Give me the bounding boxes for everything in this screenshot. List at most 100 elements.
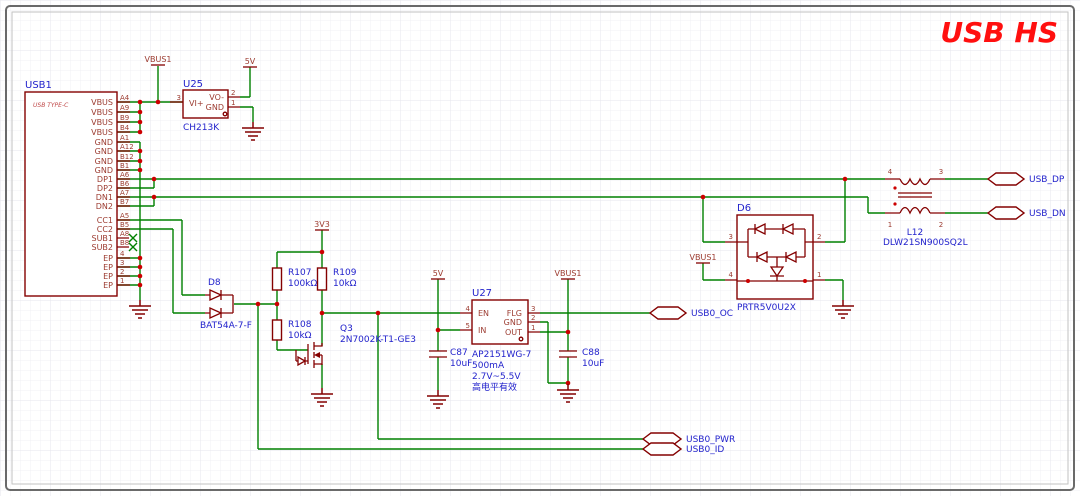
u25-num3: 3 [177,94,181,102]
l12-num2: 2 [939,221,943,229]
usb1-pin-name: VBUS [91,118,113,127]
usb1-pin-num: B12 [120,153,134,161]
r109-body [316,267,328,291]
u27-note: 高电平有效 [472,381,517,393]
l12-num3: 3 [939,168,943,176]
3v3-flag-label: 3V3 [314,220,330,229]
u27-pin-in: IN [478,326,486,335]
flag-5v-u27[interactable]: 5V [431,269,445,280]
sheet-title: USB HS [940,16,1058,49]
r109-ref: R109 [333,268,357,278]
l12-ref: L12 [907,228,923,238]
usb-dp-port-shape [986,172,1026,186]
schematic-canvas[interactable]: USB HS USB1 USB TYPE-C VBUS A4 VBUS A9 VBU… [0,0,1080,496]
l12-polarity-dot [893,186,897,190]
flag-5v-u25[interactable]: 5V [243,57,257,68]
usb-dn-port-label: USB_DN [1029,209,1066,219]
usb-dp-port-label: USB_DP [1029,175,1065,185]
usb1-pin-name: EP [103,281,113,290]
schematic-sheet[interactable]: USB HS USB1 USB TYPE-C VBUS A4 VBUS A9 VBU… [0,0,1080,496]
usb1-pin-name: SUB2 [91,243,113,252]
d6-part: PRTR5V0U2X [737,303,796,313]
u25-pin-vi: VI+ [189,99,204,108]
r108-value: 10kΩ [288,331,312,341]
flag-vbus1-usb1[interactable]: VBUS1 [145,55,172,66]
r109-resistor[interactable]: R109 10kΩ [316,267,357,291]
usb1-pin-num: B8 [120,239,129,247]
d6-num1: 1 [817,271,821,279]
usb1-pin-name: GND [95,157,113,166]
r107-ref: R107 [288,268,311,278]
usb1-pin-num: 3 [120,259,124,267]
usb1-pin-name: GND [95,138,113,147]
u25-num1: 1 [231,99,235,107]
usb1-pin-num: 4 [120,250,125,258]
d6-num4: 4 [729,271,734,279]
grid-major [0,0,1080,496]
usb1-pin-num: B1 [120,162,129,170]
d6-num2: 2 [817,233,821,241]
usb1-pin-name: DP1 [97,175,113,184]
l12-part: DLW21SN900SQ2L [883,238,968,248]
u25-part: CH213K [183,123,220,133]
usb1-connector[interactable]: USB1 USB TYPE-C VBUS A4 VBUS A9 VBUS B9 VBU… [24,80,134,297]
usb1-pin-num: A5 [120,212,129,220]
usb1-pin-name: EP [103,263,113,272]
u27-pin-en: EN [478,309,489,318]
usb1-pin-num: A7 [120,189,129,197]
q3-ref: Q3 [340,324,353,334]
usb1-pin-name: VBUS [91,128,113,137]
usb1-pin-num: B6 [120,180,130,188]
usb1-pin-name: EP [103,272,113,281]
r109-value: 10kΩ [333,279,357,289]
u25-ref: U25 [183,79,203,90]
usb1-pin-num: A4 [120,94,130,102]
flag-vbus1-u27[interactable]: VBUS1 [555,269,582,280]
flag-vbus1-d6[interactable]: VBUS1 [690,253,717,264]
u27-current: 500mA [472,361,505,371]
usb1-pin-num: 2 [120,268,124,276]
c88-ref: C88 [582,348,600,358]
usb-dn-port-shape [986,206,1026,220]
usb1-pin-name: GND [95,166,113,175]
l12-num1: 1 [888,221,892,229]
usb1-pin-num: B7 [120,198,129,206]
usb1-pin-name: CC2 [97,225,113,234]
usb1-pin-name: GND [95,147,113,156]
usb0-oc-port-label: USB0_OC [691,309,733,319]
5v-flag-label: 5V [245,57,256,66]
usb1-pin-num: A6 [120,171,130,179]
d8-part: BAT54A-7-F [200,321,252,331]
r107-resistor[interactable]: R107 100kΩ [271,267,318,291]
q3-part: 2N7002K-T1-GE3 [340,335,416,345]
u27-num3: 3 [531,305,535,313]
port-usb0-oc[interactable]: USB0_OC [648,306,733,320]
usb1-pin-name: DN1 [96,193,113,202]
flag-3v3[interactable]: 3V3 [314,220,330,231]
usb1-pin-num: A9 [120,104,129,112]
c88-value: 10uF [582,359,604,369]
r107-value: 100kΩ [288,279,317,289]
usb1-pin-num: B4 [120,124,130,132]
r108-resistor[interactable]: R108 10kΩ [271,319,312,341]
d6-esd-array[interactable]: D6 PRTR5V0U2X 3 2 4 1 [729,203,822,313]
usb1-pin-num: B9 [120,114,129,122]
vbus1-flag-label: VBUS1 [145,55,172,64]
usb1-pin-num: A12 [120,143,134,151]
u27-voltage: 2.7V~5.5V [472,372,521,382]
d8-ref: D8 [208,278,221,288]
usb1-pin-name: SUB1 [91,234,113,243]
usb1-pin-name: DN2 [96,202,113,211]
d6-ref: D6 [737,203,751,214]
u27-ref: U27 [472,288,492,299]
usb1-pin-num: 1 [120,277,124,285]
u25-pin-vo: VO- [209,93,224,102]
r107-body [271,267,283,291]
vbus1-flag-label: VBUS1 [690,253,717,262]
u27-part: AP2151WG-7 [472,350,531,360]
usb1-type-label: USB TYPE-C [33,102,69,109]
u27-num2: 2 [531,314,535,322]
u25-pin-gnd: GND [206,103,224,112]
vbus1-flag-label: VBUS1 [555,269,582,278]
usb1-pin-num: A8 [120,230,129,238]
